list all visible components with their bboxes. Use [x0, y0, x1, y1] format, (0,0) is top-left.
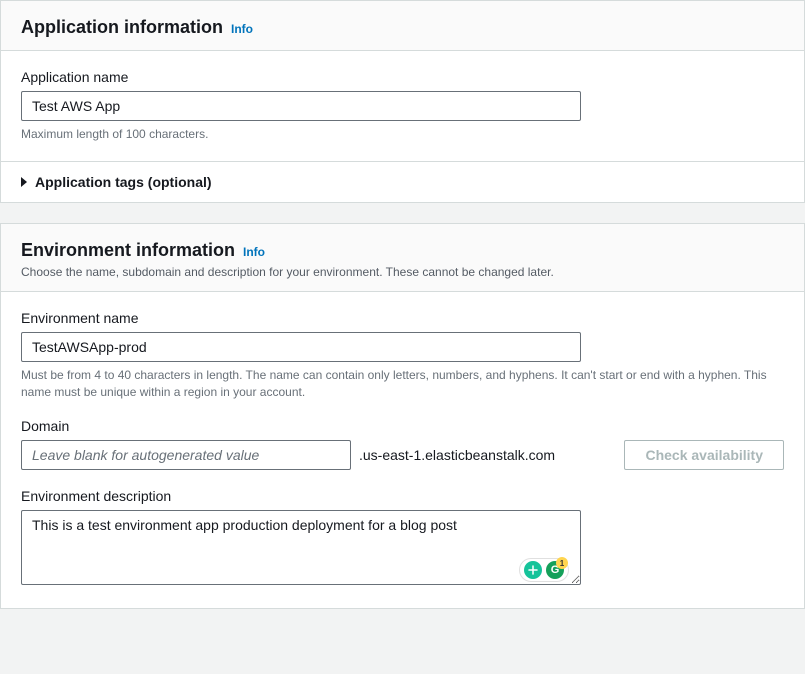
application-name-hint: Maximum length of 100 characters. — [21, 126, 784, 143]
application-info-header: Application information Info — [1, 1, 804, 51]
environment-info-title: Environment information — [21, 240, 235, 261]
grammarly-notification-badge: 1 — [556, 557, 568, 569]
environment-info-panel: Environment information Info Choose the … — [0, 223, 805, 610]
caret-right-icon — [21, 177, 27, 187]
check-availability-button[interactable]: Check availability — [624, 440, 784, 470]
environment-name-hint: Must be from 4 to 40 characters in lengt… — [21, 367, 784, 401]
environment-name-field: Environment name Must be from 4 to 40 ch… — [21, 310, 784, 401]
application-info-title: Application information — [21, 17, 223, 38]
application-info-link[interactable]: Info — [231, 22, 253, 36]
environment-info-description: Choose the name, subdomain and descripti… — [21, 265, 784, 279]
environment-info-header: Environment information Info Choose the … — [1, 224, 804, 292]
application-name-input[interactable] — [21, 91, 581, 121]
application-info-body: Application name Maximum length of 100 c… — [1, 51, 804, 161]
application-info-panel: Application information Info Application… — [0, 0, 805, 203]
environment-name-label: Environment name — [21, 310, 784, 326]
domain-suffix: .us-east-1.elasticbeanstalk.com — [359, 447, 555, 463]
environment-name-input[interactable] — [21, 332, 581, 362]
environment-info-link[interactable]: Info — [243, 245, 265, 259]
domain-field: Domain .us-east-1.elasticbeanstalk.com C… — [21, 418, 784, 470]
environment-description-input[interactable] — [21, 510, 581, 585]
application-tags-toggle[interactable]: Application tags (optional) — [1, 161, 804, 202]
grammarly-add-icon — [524, 561, 542, 579]
application-name-label: Application name — [21, 69, 784, 85]
grammarly-widget[interactable]: G 1 — [519, 558, 569, 582]
environment-description-label: Environment description — [21, 488, 784, 504]
domain-input[interactable] — [21, 440, 351, 470]
environment-info-body: Environment name Must be from 4 to 40 ch… — [1, 292, 804, 609]
application-tags-label: Application tags (optional) — [35, 174, 212, 190]
application-name-field: Application name Maximum length of 100 c… — [21, 69, 784, 143]
domain-label: Domain — [21, 418, 784, 434]
grammarly-logo-icon: G 1 — [546, 561, 564, 579]
environment-description-field: Environment description G 1 — [21, 488, 784, 590]
